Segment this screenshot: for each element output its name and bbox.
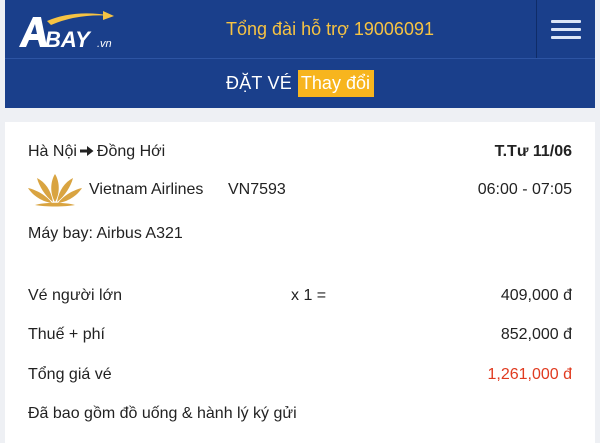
adult-fare-label: Vé người lớn	[28, 287, 122, 304]
tax-label: Thuế + phí	[28, 326, 105, 343]
destination: Đồng Hới	[96, 143, 166, 160]
airline-name: Vietnam Airlines	[89, 181, 204, 198]
flight-number: VN7593	[228, 181, 286, 198]
tax-price: 852,000 đ	[500, 326, 572, 343]
hotline-text[interactable]: Tổng đài hỗ trợ 19006091	[5, 0, 543, 58]
booking-bar: ĐẶT VÉ Thay đổi	[5, 58, 595, 108]
change-button[interactable]: Thay đổi	[297, 70, 374, 97]
arrow-right-icon	[79, 146, 94, 156]
adult-fare-price: 409,000 đ	[500, 287, 572, 304]
origin: Hà Nội	[28, 143, 77, 160]
route: Hà Nội Đồng Hới	[28, 143, 165, 161]
flight-summary-card: Hà Nội Đồng Hới T.Tư 11/06 Vietnam Airlin…	[5, 122, 595, 443]
adult-quantity: x 1 =	[291, 287, 327, 304]
vietnam-airlines-lotus-logo	[28, 174, 82, 207]
flight-time: 06:00 - 07:05	[477, 181, 572, 198]
booking-title: ĐẶT VÉ	[226, 73, 292, 93]
aircraft-type: Máy bay: Airbus A321	[28, 225, 183, 242]
menu-icon[interactable]	[536, 0, 595, 58]
top-header: BAY .vn Tổng đài hỗ trợ 19006091	[5, 0, 595, 58]
inclusion-note: Đã bao gồm đồ uống & hành lý ký gửi	[28, 405, 297, 422]
total-label: Tổng giá vé	[28, 366, 112, 383]
flight-date: T.Tư 11/06	[494, 143, 572, 160]
total-price: 1,261,000 đ	[487, 366, 572, 383]
